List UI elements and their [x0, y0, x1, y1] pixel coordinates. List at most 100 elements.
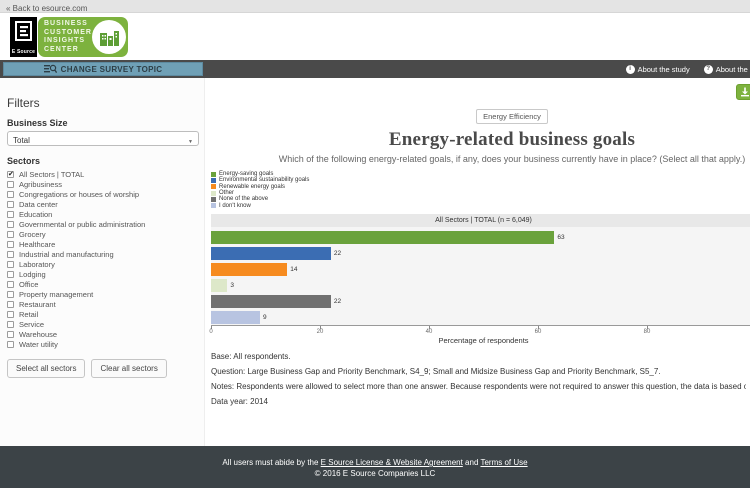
sector-checkbox-row[interactable]: Service: [7, 319, 204, 329]
bar-value-label: 3: [230, 282, 234, 289]
legend-swatch: [211, 197, 216, 202]
checkbox[interactable]: [7, 191, 14, 198]
bar-row: 22: [211, 293, 750, 309]
about-study-label: About the study: [638, 65, 690, 74]
bar-row: 63: [211, 229, 750, 245]
x-tick-label: 20: [317, 329, 324, 335]
back-link[interactable]: « Back to esource.com: [6, 4, 87, 13]
help-icon: ?: [704, 65, 713, 74]
bcic-line: CENTER: [44, 46, 92, 55]
change-survey-topic-button[interactable]: CHANGE SURVEY TOPIC: [3, 62, 203, 76]
chart-subtitle: Which of the following energy-related go…: [205, 154, 750, 164]
checkbox[interactable]: [7, 261, 14, 268]
checkbox[interactable]: [7, 321, 14, 328]
sector-checkbox-row[interactable]: All Sectors | TOTAL: [7, 169, 204, 179]
checkbox[interactable]: [7, 331, 14, 338]
checkbox[interactable]: [7, 271, 14, 278]
sector-checkbox-row[interactable]: Property management: [7, 289, 204, 299]
chart-legend: Energy-saving goalsEnvironmental sustain…: [211, 171, 309, 209]
bar: [211, 311, 260, 324]
about-study-link[interactable]: i About the study: [626, 65, 690, 74]
x-tick-label: 40: [426, 329, 433, 335]
checkbox[interactable]: [7, 291, 14, 298]
sector-checkbox-row[interactable]: Agribusiness: [7, 179, 204, 189]
checkbox[interactable]: [7, 171, 14, 178]
chart-footnotes: Base: All respondents.Question: Large Bu…: [211, 349, 746, 409]
sector-label: Healthcare: [19, 240, 55, 249]
checkbox[interactable]: [7, 241, 14, 248]
footer-text: and: [463, 458, 481, 467]
info-icon: i: [626, 65, 635, 74]
checkbox[interactable]: [7, 341, 14, 348]
clear-all-sectors-button[interactable]: Clear all sectors: [91, 359, 166, 378]
sector-buttons: Select all sectors Clear all sectors: [7, 359, 204, 378]
sector-label: Retail: [19, 310, 38, 319]
sector-checkbox-row[interactable]: Governmental or public administration: [7, 219, 204, 229]
footnote-line: Data year: 2014: [211, 394, 746, 409]
top-nav-bar: CHANGE SURVEY TOPIC i About the study ? …: [0, 60, 750, 78]
footnote-line: Notes: Respondents were allowed to selec…: [211, 379, 746, 394]
legend-label: Energy-saving goals: [219, 171, 273, 177]
legend-swatch: [211, 191, 216, 196]
sector-list: All Sectors | TOTALAgribusinessCongregat…: [0, 169, 204, 349]
chart-title: Energy-related business goals: [205, 129, 750, 151]
legend-label: Other: [219, 190, 234, 196]
sector-checkbox-row[interactable]: Education: [7, 209, 204, 219]
sector-checkbox-row[interactable]: Warehouse: [7, 329, 204, 339]
checkbox[interactable]: [7, 181, 14, 188]
checkbox[interactable]: [7, 211, 14, 218]
bar-value-label: 9: [263, 314, 267, 321]
bcic-logo: BUSINESS CUSTOMER INSIGHTS CENTER: [38, 17, 128, 57]
nav-right: i About the study ? About the tool: [626, 60, 750, 78]
checkbox[interactable]: [7, 311, 14, 318]
checkbox[interactable]: [7, 201, 14, 208]
sector-checkbox-row[interactable]: Retail: [7, 309, 204, 319]
sector-label: Congregations or houses of worship: [19, 190, 139, 199]
download-button[interactable]: [736, 84, 750, 100]
sector-label: Agribusiness: [19, 180, 62, 189]
sector-label: Data center: [19, 200, 58, 209]
license-agreement-link[interactable]: E Source License & Website Agreement: [321, 458, 463, 467]
terms-of-use-link[interactable]: Terms of Use: [480, 458, 527, 467]
business-size-select[interactable]: Total ▼: [7, 131, 199, 146]
x-axis-label: Percentage of respondents: [211, 336, 750, 345]
bar: [211, 279, 227, 292]
bcic-line: CUSTOMER: [44, 29, 92, 38]
checkbox[interactable]: [7, 231, 14, 238]
sector-checkbox-row[interactable]: Grocery: [7, 229, 204, 239]
sector-label: Service: [19, 320, 44, 329]
checkbox[interactable]: [7, 301, 14, 308]
sector-checkbox-row[interactable]: Restaurant: [7, 299, 204, 309]
footnote-line: Question: Large Business Gap and Priorit…: [211, 364, 746, 379]
about-tool-link[interactable]: ? About the tool: [704, 65, 750, 74]
x-tick-label: 80: [644, 329, 651, 335]
checkbox[interactable]: [7, 221, 14, 228]
plot-area: 6322143229: [211, 227, 750, 326]
sector-label: Office: [19, 280, 38, 289]
x-tick-label: 0: [209, 329, 212, 335]
esource-e-icon: [15, 21, 32, 41]
sector-checkbox-row[interactable]: Water utility: [7, 339, 204, 349]
sector-label: All Sectors | TOTAL: [19, 170, 84, 179]
download-icon: [740, 87, 750, 97]
sector-label: Lodging: [19, 270, 46, 279]
back-bar: « Back to esource.com: [0, 0, 750, 13]
sector-label: Restaurant: [19, 300, 56, 309]
sector-checkbox-row[interactable]: Healthcare: [7, 239, 204, 249]
sector-checkbox-row[interactable]: Lodging: [7, 269, 204, 279]
series-header: All Sectors | TOTAL (n = 6,049): [211, 214, 750, 227]
select-all-sectors-button[interactable]: Select all sectors: [7, 359, 85, 378]
bar-row: 9: [211, 309, 750, 325]
sector-checkbox-row[interactable]: Laboratory: [7, 259, 204, 269]
sector-checkbox-row[interactable]: Congregations or houses of worship: [7, 189, 204, 199]
sector-label: Property management: [19, 290, 93, 299]
esource-logo: E Source: [10, 17, 37, 57]
legend-swatch: [211, 184, 216, 189]
checkbox[interactable]: [7, 281, 14, 288]
bcic-line: BUSINESS: [44, 20, 92, 29]
sector-checkbox-row[interactable]: Data center: [7, 199, 204, 209]
checkbox[interactable]: [7, 251, 14, 258]
sector-checkbox-row[interactable]: Office: [7, 279, 204, 289]
sector-checkbox-row[interactable]: Industrial and manufacturing: [7, 249, 204, 259]
sector-label: Grocery: [19, 230, 46, 239]
